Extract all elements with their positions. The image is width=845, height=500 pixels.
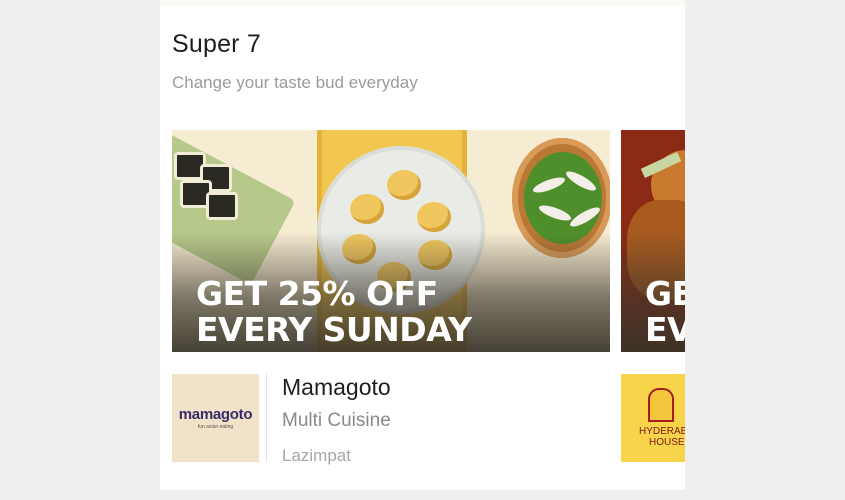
- section-title: Super 7: [172, 30, 261, 58]
- logo-text-line-1: HYDERABA: [639, 426, 685, 437]
- restaurant-name: Mamagoto: [282, 374, 391, 400]
- promo-text-line-2: EV: [645, 310, 685, 349]
- vertical-divider: [266, 374, 267, 462]
- promo-text: GE EV: [645, 276, 685, 348]
- promo-text-line-1: GET 25% OFF: [196, 274, 438, 313]
- restaurant-logo: HYDERABA HOUSE: [621, 374, 685, 462]
- bottom-divider: [160, 490, 685, 495]
- sushi-roll: [206, 192, 238, 220]
- momo: [417, 202, 451, 232]
- restaurant-section: Super 7 Change your taste bud everyday G…: [160, 0, 685, 495]
- promo-text-line-1: GE: [645, 274, 685, 313]
- arch-icon: [648, 388, 674, 422]
- momo: [350, 194, 384, 224]
- leaf-image: [524, 152, 602, 244]
- restaurant-info[interactable]: mamagoto fun asian eating Mamagoto Multi…: [172, 374, 610, 465]
- promo-banner[interactable]: GE EV: [621, 130, 685, 352]
- logo-text: HYDERABA HOUSE: [621, 426, 685, 448]
- logo-text: mamagoto: [178, 406, 253, 423]
- logo-text-line-2: HOUSE: [649, 437, 685, 448]
- momo: [387, 170, 421, 200]
- top-divider: [160, 0, 685, 6]
- restaurant-card-mamagoto[interactable]: GET 25% OFF EVERY SUNDAY mamagoto fun as…: [172, 130, 610, 465]
- promo-banner[interactable]: GET 25% OFF EVERY SUNDAY: [172, 130, 610, 352]
- restaurant-location: Lazimpat: [282, 446, 351, 465]
- restaurant-card-hyderabad-house[interactable]: GE EV HYDERABA HOUSE: [621, 130, 685, 462]
- section-subtitle: Change your taste bud everyday: [172, 73, 418, 92]
- promo-text: GET 25% OFF EVERY SUNDAY: [196, 274, 472, 349]
- restaurant-logo: mamagoto fun asian eating: [172, 374, 259, 462]
- promo-text-line-2: EVERY SUNDAY: [196, 310, 472, 349]
- logo-tagline: fun asian eating: [197, 424, 234, 430]
- restaurant-info[interactable]: HYDERABA HOUSE: [621, 374, 685, 462]
- restaurant-cuisine: Multi Cuisine: [282, 410, 391, 431]
